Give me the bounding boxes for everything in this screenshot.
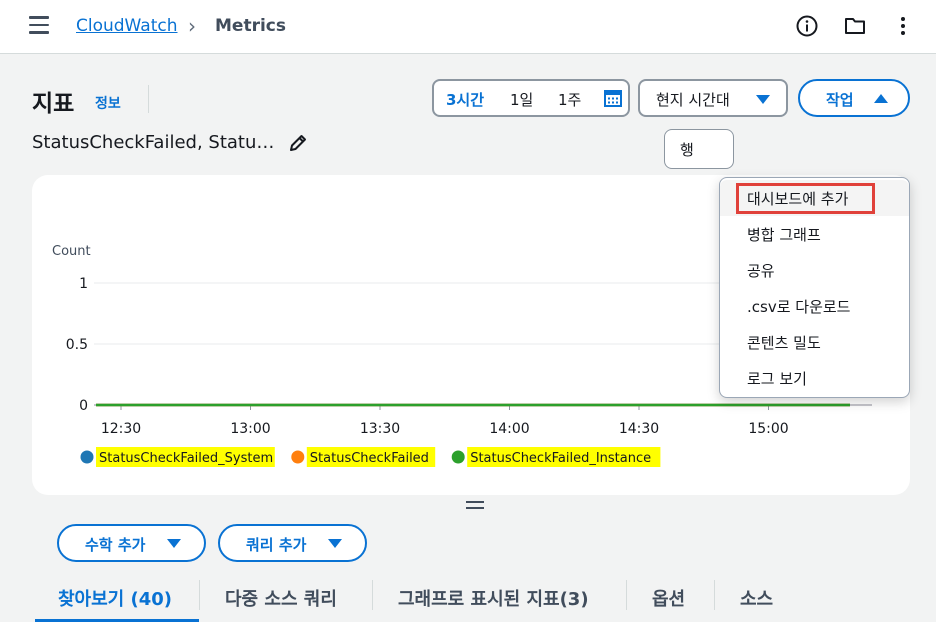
folder-icon[interactable]	[843, 14, 867, 38]
legend-label: StatusCheckFailed_Instance	[470, 451, 651, 466]
x-tick-label: 13:00	[230, 421, 270, 437]
tab-divider	[714, 580, 715, 610]
menu-item-label: 병합 그래프	[747, 226, 821, 244]
actions-label: 작업	[826, 91, 854, 109]
add-query-label: 쿼리 추가	[246, 536, 307, 554]
legend-swatch	[291, 450, 305, 464]
y-tick-label: 1	[79, 276, 88, 292]
main-content: 지표 정보 StatusCheckFailed, Statu… 3시간 1일 1…	[0, 55, 936, 622]
menu-item-share[interactable]: 공유	[720, 252, 909, 288]
add-math-label: 수학 추가	[85, 536, 146, 554]
caret-up-icon	[874, 94, 888, 103]
menu-item-download-csv[interactable]: .csv로 다운로드	[720, 288, 909, 324]
time-range-3h[interactable]: 3시간	[446, 89, 484, 110]
chevron-right-icon: ›	[188, 14, 196, 38]
menu-item-add-to-dashboard[interactable]: 대시보드에 추가	[720, 180, 909, 216]
add-math-button[interactable]: 수학 추가	[57, 524, 206, 562]
row-button[interactable]: 행	[664, 129, 734, 169]
breadcrumb-current: Metrics	[215, 16, 286, 36]
y-tick-label: 0.5	[66, 337, 88, 353]
legend-label: StatusCheckFailed	[310, 451, 429, 466]
legend-swatch	[80, 450, 94, 464]
add-query-button[interactable]: 쿼리 추가	[218, 524, 367, 562]
menu-item-content-density[interactable]: 콘텐츠 밀도	[720, 324, 909, 360]
title-divider	[148, 85, 149, 113]
caret-down-icon	[328, 539, 342, 548]
x-tick-label: 13:30	[360, 421, 400, 437]
tab-source[interactable]: 소스	[740, 585, 773, 611]
bottom-tabs: 찾아보기 (40) 다중 소스 쿼리 그래프로 표시된 지표(3) 옵션 소스	[32, 575, 910, 622]
breadcrumb-cloudwatch-link[interactable]: CloudWatch	[76, 16, 178, 36]
x-tick-label: 14:00	[489, 421, 529, 437]
x-tick-label: 12:30	[101, 421, 141, 437]
menu-item-view-logs[interactable]: 로그 보기	[720, 360, 909, 396]
actions-dropdown-menu: 대시보드에 추가 병합 그래프 공유 .csv로 다운로드 콘텐츠 밀도 로그 …	[719, 177, 910, 398]
tab-divider	[372, 580, 373, 610]
menu-item-merge-graph[interactable]: 병합 그래프	[720, 216, 909, 252]
time-range-selector: 3시간 1일 1주	[432, 79, 630, 117]
actions-button[interactable]: 작업	[798, 79, 910, 117]
tab-divider	[626, 580, 627, 610]
time-range-1w[interactable]: 1주	[558, 89, 581, 110]
menu-item-label: 콘텐츠 밀도	[747, 334, 821, 352]
menu-item-label: 로그 보기	[747, 370, 807, 388]
menu-item-label: .csv로 다운로드	[747, 298, 851, 316]
calendar-icon[interactable]	[604, 89, 622, 107]
timezone-select[interactable]: 현지 시간대	[638, 79, 788, 117]
page-title: 지표	[32, 91, 75, 117]
legend-swatch	[451, 450, 465, 464]
tab-browse[interactable]: 찾아보기 (40)	[58, 585, 172, 611]
legend-label: StatusCheckFailed_System	[99, 451, 273, 466]
tab-multi-source-query[interactable]: 다중 소스 쿼리	[225, 585, 337, 611]
info-icon[interactable]	[795, 14, 819, 38]
menu-item-label: 공유	[747, 262, 775, 280]
x-tick-label: 15:00	[748, 421, 788, 437]
row-button-label: 행	[680, 141, 694, 159]
tab-divider	[199, 580, 200, 610]
pencil-icon[interactable]	[288, 133, 308, 153]
y-tick-label: 0	[79, 398, 88, 414]
y-axis-label: Count	[52, 244, 91, 259]
more-vertical-icon[interactable]	[891, 14, 915, 38]
top-navigation-bar: CloudWatch › Metrics	[0, 0, 936, 54]
menu-item-label: 대시보드에 추가	[747, 190, 849, 208]
caret-down-icon	[167, 539, 181, 548]
time-range-1d[interactable]: 1일	[510, 89, 533, 110]
graph-title: StatusCheckFailed, Statu…	[32, 132, 275, 153]
resize-handle[interactable]	[466, 501, 484, 513]
caret-down-icon	[756, 95, 770, 104]
timezone-label: 현지 시간대	[656, 91, 730, 109]
info-link[interactable]: 정보	[95, 93, 121, 113]
hamburger-icon[interactable]	[29, 16, 51, 36]
x-tick-label: 14:30	[619, 421, 659, 437]
tab-options[interactable]: 옵션	[652, 585, 685, 611]
tab-graphed-metrics[interactable]: 그래프로 표시된 지표(3)	[398, 585, 589, 611]
